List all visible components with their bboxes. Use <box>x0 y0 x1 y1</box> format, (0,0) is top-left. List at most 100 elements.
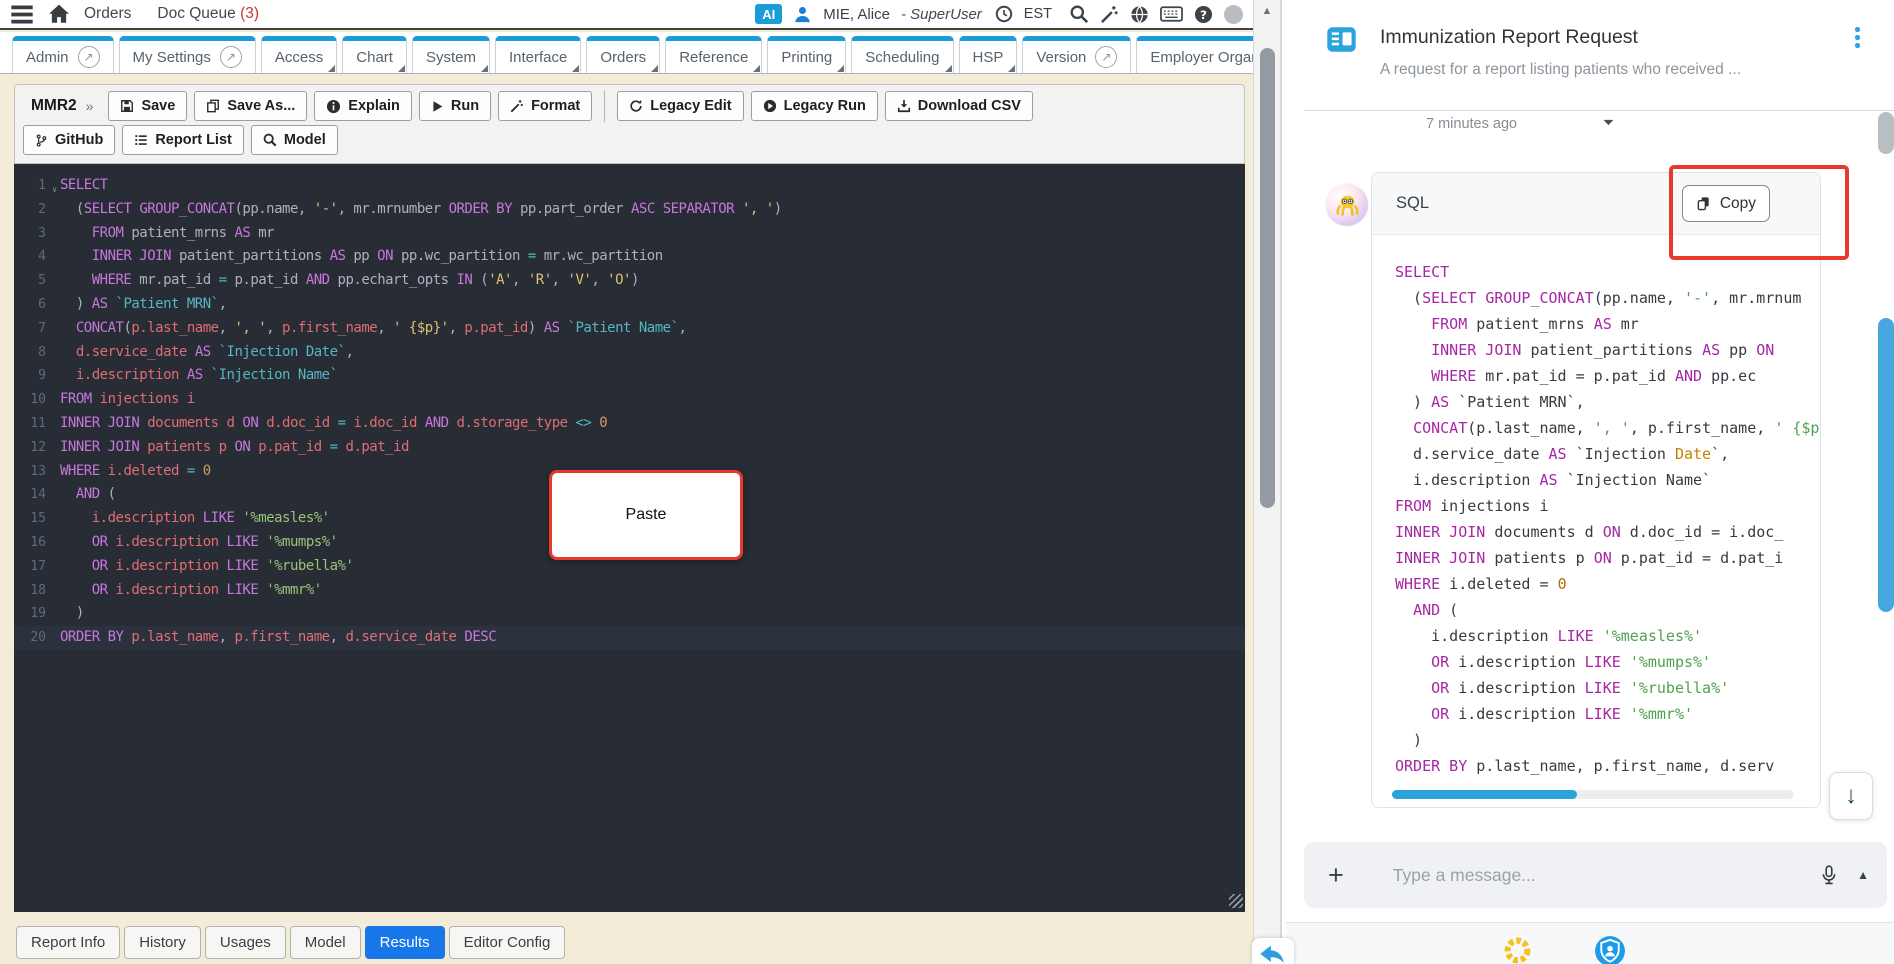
line-number[interactable]: 17 <box>14 555 60 579</box>
code-text: SELECT <box>60 177 108 193</box>
download-icon <box>897 99 911 113</box>
copy-label: Copy <box>1719 194 1756 212</box>
line-number[interactable]: 3 <box>14 222 60 246</box>
message-input[interactable] <box>1390 863 1820 887</box>
globe-icon[interactable] <box>1130 5 1149 24</box>
legacy-run-button[interactable]: Legacy Run <box>750 91 878 121</box>
kebab-menu-icon[interactable] <box>1855 27 1860 48</box>
clock-icon <box>995 5 1013 23</box>
tab-report-info[interactable]: Report Info <box>16 926 121 959</box>
external-link-icon[interactable]: ↗ <box>219 46 242 68</box>
line-number[interactable]: 9 <box>14 364 60 388</box>
sql-card-code: SELECT (SELECT GROUP_CONCAT(pp.name, '-'… <box>1372 235 1820 807</box>
edge-scrollbar-thumb-top[interactable] <box>1878 112 1894 154</box>
search-icon[interactable] <box>1069 4 1089 24</box>
save-button[interactable]: Save <box>108 91 188 121</box>
breadcrumb-orders[interactable]: Orders <box>84 5 131 23</box>
line-number[interactable]: 15 <box>14 507 60 531</box>
help-icon[interactable]: ? <box>1194 5 1213 24</box>
user-role: - SuperUser <box>900 5 982 23</box>
line-number[interactable]: 14 <box>14 483 60 507</box>
report-list-button[interactable]: Report List <box>122 125 244 155</box>
tab-history[interactable]: History <box>124 926 201 959</box>
paste-context-button[interactable]: Paste <box>549 470 743 560</box>
save-as-button[interactable]: Save As... <box>194 91 308 121</box>
format-button[interactable]: Format <box>498 91 593 121</box>
line-number[interactable]: 8 <box>14 341 60 365</box>
main-scrollbar[interactable]: ▲ <box>1253 0 1281 964</box>
nav-tab-my-settings[interactable]: My Settings ↗ <box>118 36 256 73</box>
line-number[interactable]: 18 <box>14 579 60 603</box>
nav-tab-printing[interactable]: Printing <box>767 36 847 73</box>
shield-app-icon[interactable] <box>1594 935 1626 964</box>
download-csv-button[interactable]: Download CSV <box>884 91 1033 121</box>
sql-card-header: SQL Copy <box>1372 173 1820 235</box>
line-number[interactable]: 12 <box>14 436 60 460</box>
panel-icon[interactable] <box>1326 24 1357 60</box>
nav-tab-hsp[interactable]: HSP <box>958 36 1018 73</box>
nav-tab-access[interactable]: Access <box>260 36 338 73</box>
line-number[interactable]: 7 <box>14 317 60 341</box>
nav-tab-admin[interactable]: Admin ↗ <box>12 36 114 73</box>
line-number[interactable]: 20 <box>14 626 60 650</box>
tab-editor-config[interactable]: Editor Config <box>448 926 566 959</box>
home-icon[interactable] <box>48 3 70 25</box>
nav-tab-reference[interactable]: Reference <box>665 36 763 73</box>
tab-usages[interactable]: Usages <box>204 926 286 959</box>
line-number[interactable]: 11 <box>14 412 60 436</box>
scrollbar-thumb[interactable] <box>1260 48 1275 508</box>
nav-tab-label: Access <box>274 48 324 66</box>
external-link-icon[interactable]: ↗ <box>1095 46 1118 68</box>
explain-button[interactable]: Explain <box>314 91 412 121</box>
sun-gear-icon[interactable] <box>1502 935 1533 964</box>
editor-resize-handle[interactable] <box>1229 894 1243 908</box>
magic-wand-icon[interactable] <box>1100 5 1119 24</box>
external-link-icon[interactable]: ↗ <box>77 46 100 68</box>
return-arrow-button[interactable] <box>1252 938 1294 964</box>
code-horizontal-scrollbar[interactable] <box>1392 790 1794 799</box>
nav-tab-chart[interactable]: Chart <box>342 36 407 73</box>
ai-badge[interactable]: AI <box>755 4 783 24</box>
nav-tab-system[interactable]: System <box>411 36 490 73</box>
code-text: OR i.description LIKE '%mmr%' <box>91 581 322 598</box>
circle-play-icon <box>763 99 777 113</box>
github-button[interactable]: GitHub <box>23 125 116 155</box>
collapse-chevron[interactable]: » <box>86 98 94 114</box>
code-line-18: 18 OR i.description LIKE '%mmr%' <box>14 579 1245 603</box>
button-label: Legacy Run <box>783 98 866 114</box>
attach-plus-icon[interactable]: + <box>1328 861 1344 889</box>
chat-scrollbar-thumb[interactable] <box>1878 318 1894 612</box>
scrollbar-up-arrow-icon[interactable]: ▲ <box>1254 0 1280 17</box>
nav-tab-scheduling[interactable]: Scheduling <box>851 36 954 73</box>
line-number[interactable]: 2 <box>14 198 60 222</box>
timestamp-caret-icon[interactable]: ▼ <box>1600 117 1617 127</box>
code-text: ) <box>60 605 84 622</box>
run-button[interactable]: Run <box>418 91 492 121</box>
status-dot-icon[interactable] <box>1224 4 1243 24</box>
legacy-edit-button[interactable]: Legacy Edit <box>617 91 744 121</box>
composer-collapse-caret-icon[interactable]: ▲ <box>1857 868 1869 882</box>
line-number[interactable]: 19 <box>14 602 60 626</box>
assistant-avatar <box>1326 184 1368 226</box>
line-number[interactable]: 13 <box>14 460 60 484</box>
line-number[interactable]: 4 <box>14 245 60 269</box>
nav-tab-employer-organizations[interactable]: Employer Organizations↗ <box>1136 36 1253 73</box>
tab-model[interactable]: Model <box>289 926 361 959</box>
code-hscroll-thumb[interactable] <box>1392 790 1577 799</box>
nav-tab-interface[interactable]: Interface <box>494 36 582 73</box>
model-button[interactable]: Model <box>250 125 338 155</box>
microphone-icon[interactable] <box>1819 865 1839 885</box>
line-number[interactable]: 1 ∨ <box>14 174 60 198</box>
keyboard-icon[interactable] <box>1160 6 1183 22</box>
line-number[interactable]: 6 <box>14 293 60 317</box>
breadcrumb-doc-queue[interactable]: Doc Queue (3) <box>157 5 259 23</box>
line-number[interactable]: 5 <box>14 269 60 293</box>
nav-tab-orders[interactable]: Orders <box>586 36 661 73</box>
line-number[interactable]: 10 <box>14 388 60 412</box>
nav-tab-version[interactable]: Version ↗ <box>1022 36 1132 73</box>
line-number[interactable]: 16 <box>14 531 60 555</box>
copy-button[interactable]: Copy <box>1681 185 1770 222</box>
scroll-to-bottom-button[interactable]: ↓ <box>1829 772 1873 820</box>
hamburger-menu-icon[interactable] <box>10 4 34 24</box>
tab-results[interactable]: Results <box>364 926 445 959</box>
